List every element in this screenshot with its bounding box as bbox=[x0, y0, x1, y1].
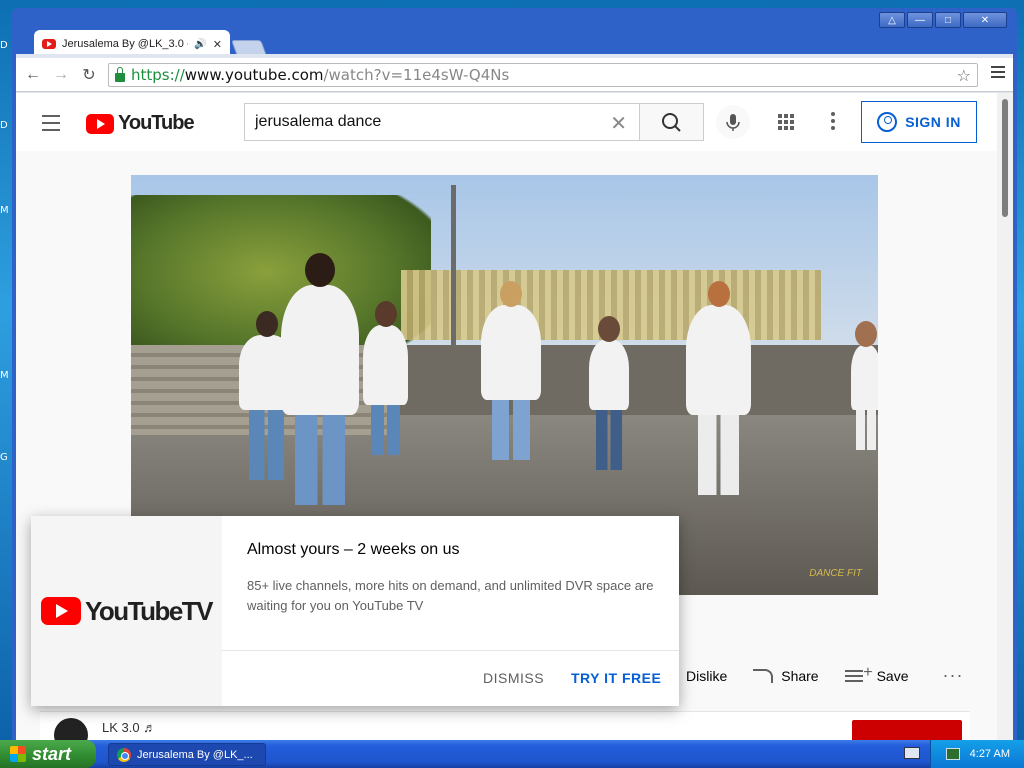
share-icon bbox=[753, 668, 774, 683]
system-tray: 4:27 AM bbox=[930, 740, 1024, 768]
profile-button[interactable]: △ bbox=[879, 12, 905, 28]
save-label: Save bbox=[876, 667, 909, 684]
youtube-tv-logo: YouTubeTV bbox=[31, 516, 222, 706]
promo-title: Almost yours – 2 weeks on us bbox=[247, 541, 460, 558]
video-watermark: DANCE FIT bbox=[809, 568, 862, 579]
desktop-icon-fragment: G bbox=[0, 452, 8, 463]
youtube-logo[interactable]: YouTube bbox=[86, 112, 195, 135]
forward-button[interactable]: → bbox=[50, 64, 72, 86]
search-button[interactable] bbox=[640, 103, 704, 141]
address-bar[interactable]: https:// www.youtube.com /watch?v=11e4sW… bbox=[108, 63, 978, 87]
microphone-icon bbox=[726, 114, 740, 131]
voice-search-button[interactable] bbox=[716, 105, 750, 139]
share-label: Share bbox=[781, 667, 819, 684]
page-scrollbar[interactable] bbox=[997, 93, 1013, 740]
dancer-figure bbox=[281, 253, 359, 505]
desktop-icon-fragment: D bbox=[0, 40, 8, 51]
window-controls: △ — □ ✕ bbox=[879, 12, 1007, 28]
start-button[interactable]: start bbox=[0, 740, 96, 768]
desktop-icon-fragment: M bbox=[0, 205, 9, 216]
dancer-figure bbox=[589, 316, 629, 470]
youtube-play-logo-icon bbox=[86, 113, 114, 134]
search-icon bbox=[662, 113, 681, 132]
dismiss-button[interactable]: DISMISS bbox=[483, 670, 544, 686]
try-it-free-button[interactable]: TRY IT FREE bbox=[571, 670, 661, 686]
url-path: /watch?v=11e4sW-Q4Ns bbox=[323, 66, 510, 84]
channel-avatar[interactable] bbox=[54, 718, 88, 740]
tab-title: Jerusalema By @LK_3.0 - bbox=[62, 38, 189, 50]
chrome-icon bbox=[117, 747, 131, 762]
maximize-button[interactable]: □ bbox=[935, 12, 961, 28]
save-button[interactable]: Save bbox=[844, 664, 909, 684]
bookmark-star-icon[interactable]: ☆ bbox=[957, 66, 971, 85]
browser-toolbar: ← → ↻ https:// www.youtube.com /watch?v=… bbox=[16, 58, 1013, 92]
video-actions: Dislike Share Save ··· bbox=[686, 664, 964, 686]
dancer-figure bbox=[363, 301, 408, 455]
search-input[interactable]: jerusalema dance ✕ bbox=[244, 103, 640, 141]
windows-flag-icon bbox=[10, 746, 26, 762]
audio-playing-icon[interactable]: 🔊 bbox=[194, 39, 206, 50]
taskbar: start Jerusalema By @LK_... 4:27 AM bbox=[0, 740, 1024, 768]
network-icon[interactable] bbox=[945, 748, 960, 760]
search-query: jerusalema dance bbox=[255, 113, 382, 130]
channel-row: LK 3.0 ♬ bbox=[40, 711, 970, 740]
dancer-figure bbox=[481, 281, 541, 460]
start-label: start bbox=[32, 743, 72, 764]
keyboard-icon[interactable] bbox=[904, 747, 920, 759]
share-button[interactable]: Share bbox=[753, 667, 819, 684]
clock[interactable]: 4:27 AM bbox=[970, 748, 1010, 760]
more-actions-icon[interactable]: ··· bbox=[943, 665, 964, 686]
browser-menu-icon[interactable] bbox=[991, 66, 1005, 81]
promo-body: 85+ live channels, more hits on demand, … bbox=[247, 578, 654, 613]
youtube-tv-promo-dialog: YouTubeTV Almost yours – 2 weeks on us 8… bbox=[31, 516, 679, 706]
apps-grid-icon[interactable] bbox=[778, 114, 794, 130]
youtube-tv-play-icon bbox=[40, 597, 81, 625]
sign-in-button[interactable]: SIGN IN bbox=[861, 101, 977, 143]
youtube-header: YouTube jerusalema dance ✕ SIGN IN bbox=[16, 93, 997, 151]
subscribe-button[interactable] bbox=[852, 720, 962, 740]
minimize-button[interactable]: — bbox=[907, 12, 933, 28]
divider bbox=[222, 650, 679, 651]
back-button[interactable]: ← bbox=[22, 64, 44, 86]
youtube-logo-text: YouTube bbox=[118, 112, 195, 134]
desktop-icon-fragment: D bbox=[0, 120, 8, 131]
youtube-tv-logo-text: YouTubeTV bbox=[84, 595, 214, 626]
lock-icon bbox=[115, 66, 125, 82]
url-host: www.youtube.com bbox=[184, 66, 324, 84]
dislike-button[interactable]: Dislike bbox=[686, 668, 727, 684]
tab-strip: Jerusalema By @LK_3.0 - 🔊 ✕ bbox=[20, 28, 620, 58]
dancer-figure bbox=[851, 321, 878, 450]
settings-dots-icon[interactable] bbox=[831, 112, 835, 133]
account-icon bbox=[877, 112, 898, 132]
sign-in-label: SIGN IN bbox=[905, 114, 961, 130]
youtube-favicon-icon bbox=[42, 39, 56, 49]
desktop-icon-fragment: M bbox=[0, 370, 9, 381]
scrollbar-thumb[interactable] bbox=[1002, 99, 1008, 217]
dancer-figure bbox=[686, 281, 751, 495]
url-scheme: https:// bbox=[131, 66, 185, 84]
clear-search-icon[interactable]: ✕ bbox=[610, 111, 627, 136]
close-window-button[interactable]: ✕ bbox=[963, 12, 1007, 28]
channel-name[interactable]: LK 3.0 ♬ bbox=[102, 720, 156, 735]
tab-close-icon[interactable]: ✕ bbox=[213, 38, 222, 51]
taskbar-item-title: Jerusalema By @LK_... bbox=[137, 748, 253, 761]
taskbar-item-chrome[interactable]: Jerusalema By @LK_... bbox=[108, 743, 266, 766]
playlist-add-icon bbox=[844, 664, 873, 682]
dislike-label: Dislike bbox=[686, 667, 728, 684]
reload-button[interactable]: ↻ bbox=[78, 64, 100, 86]
guide-menu-icon[interactable] bbox=[42, 115, 60, 136]
